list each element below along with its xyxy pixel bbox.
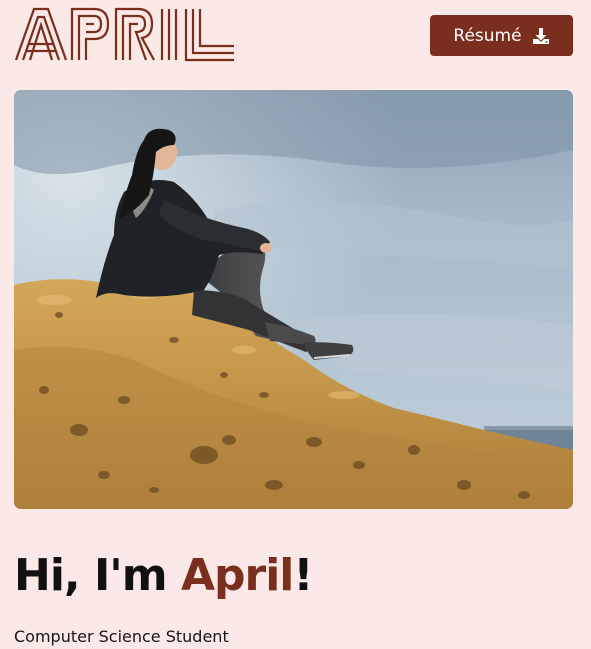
greeting-prefix: Hi, I'm bbox=[14, 550, 181, 601]
greeting-name: April bbox=[180, 550, 294, 601]
site-logo[interactable] bbox=[14, 6, 236, 62]
logo-letter-p bbox=[70, 7, 110, 60]
hero-photo bbox=[14, 90, 573, 509]
logo-letter-r bbox=[114, 7, 155, 61]
resume-button-label: Résumé bbox=[453, 25, 522, 46]
logo-letter-i bbox=[160, 9, 178, 60]
greeting-heading: Hi, I'm April! bbox=[14, 548, 313, 604]
greeting-suffix: ! bbox=[293, 550, 313, 601]
logo-letter-a bbox=[14, 7, 68, 61]
download-icon bbox=[532, 27, 549, 44]
logo-letter-l bbox=[184, 9, 234, 62]
subtitle: Computer Science Student bbox=[14, 627, 229, 646]
resume-download-button[interactable]: Résumé bbox=[430, 15, 573, 56]
